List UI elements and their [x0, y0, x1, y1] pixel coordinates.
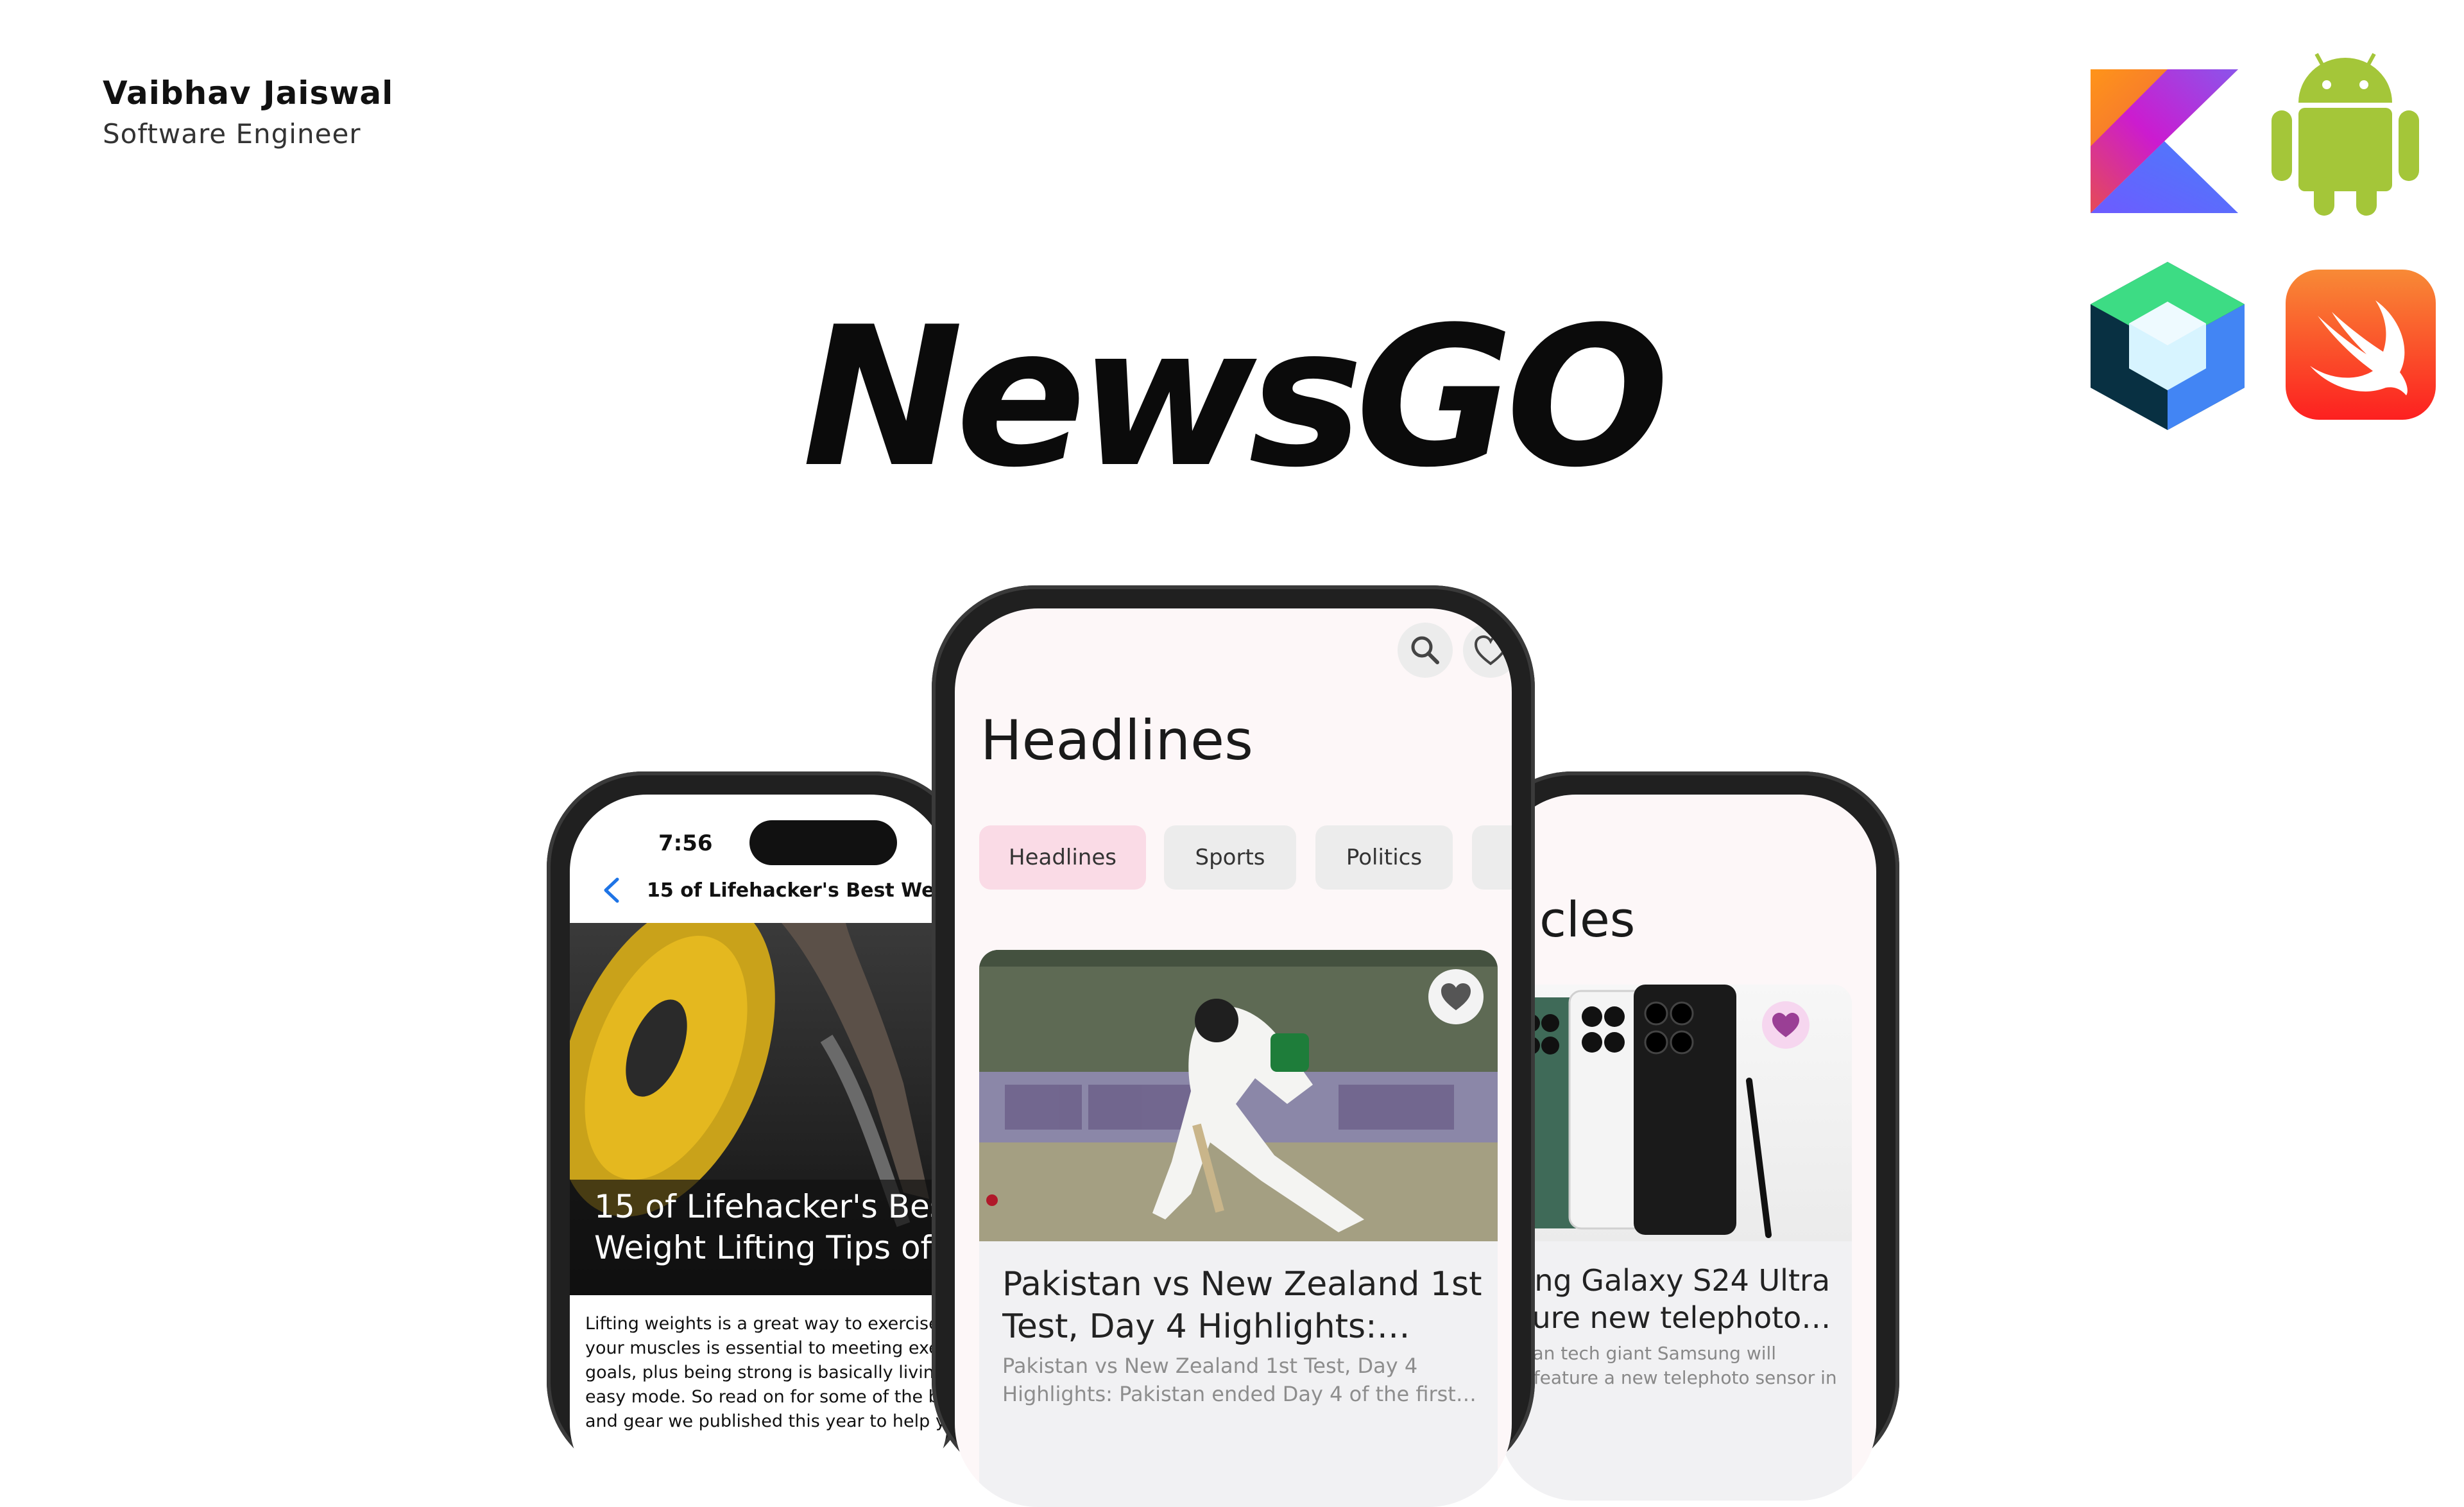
right-phone-screen: Saved Articles	[1499, 795, 1876, 1501]
category-chip-politics[interactable]: Politics	[1315, 825, 1453, 890]
favorite-button[interactable]	[1762, 1001, 1810, 1049]
jetpack-compose-logo-icon	[2091, 262, 2245, 430]
center-phone-screen: Headlines Headlines Sports Politics Paki…	[955, 608, 1512, 1507]
saved-article-card[interactable]: Samsung Galaxy S24 Ultra to feature new …	[1499, 985, 1852, 1501]
page-title: Headlines	[980, 709, 1253, 773]
android-logo-icon	[2272, 53, 2419, 216]
headline-article-image	[979, 950, 1498, 1241]
saved-article-title: Samsung Galaxy S24 Ultra to feature new …	[1499, 1263, 1831, 1335]
saved-article-description: South Korean tech giant Samsung will rep…	[1499, 1343, 1837, 1388]
heart-outline-icon	[1474, 635, 1507, 666]
search-icon	[1411, 636, 1439, 664]
favorites-button[interactable]	[1463, 623, 1512, 678]
dynamic-island	[749, 820, 897, 865]
left-phone: 7:56 15 of Lifehacker's Best Weight Lift…	[547, 771, 970, 1501]
back-chevron-icon[interactable]	[602, 877, 621, 904]
nav-title: 15 of Lifehacker's Best Weight Lifting T…	[647, 879, 947, 902]
status-time: 7:56	[658, 831, 713, 856]
headline-article-title: Pakistan vs New Zealand 1st Test, Day 4 …	[1002, 1265, 1482, 1346]
category-chip-business[interactable]	[1472, 825, 1512, 890]
category-chip-sports[interactable]: Sports	[1164, 825, 1296, 890]
article-body: Lifting weights is a great way to exerci…	[585, 1314, 947, 1431]
author-name: Vaibhav Jaiswal	[103, 74, 394, 112]
kotlin-logo-icon	[2091, 69, 2238, 213]
left-phone-screen: 7:56 15 of Lifehacker's Best Weight Lift…	[570, 795, 947, 1501]
favorite-button[interactable]	[1428, 969, 1484, 1024]
center-phone: Headlines Headlines Sports Politics Paki…	[932, 585, 1535, 1507]
heart-filled-icon	[1441, 983, 1471, 1010]
search-button[interactable]	[1398, 623, 1453, 678]
heart-filled-icon	[1772, 1013, 1799, 1037]
article-hero-title: 15 of Lifehacker's Best Weight Lifting T…	[594, 1188, 947, 1266]
right-phone: Saved Articles	[1476, 771, 1899, 1501]
headline-article-description: Pakistan vs New Zealand 1st Test, Day 4 …	[1002, 1354, 1456, 1406]
author-role: Software Engineer	[103, 118, 361, 150]
swift-logo-icon	[2286, 270, 2436, 420]
category-chip-headlines[interactable]: Headlines	[979, 825, 1146, 890]
headline-article-card[interactable]: Pakistan vs New Zealand 1st Test, Day 4 …	[979, 950, 1498, 1507]
